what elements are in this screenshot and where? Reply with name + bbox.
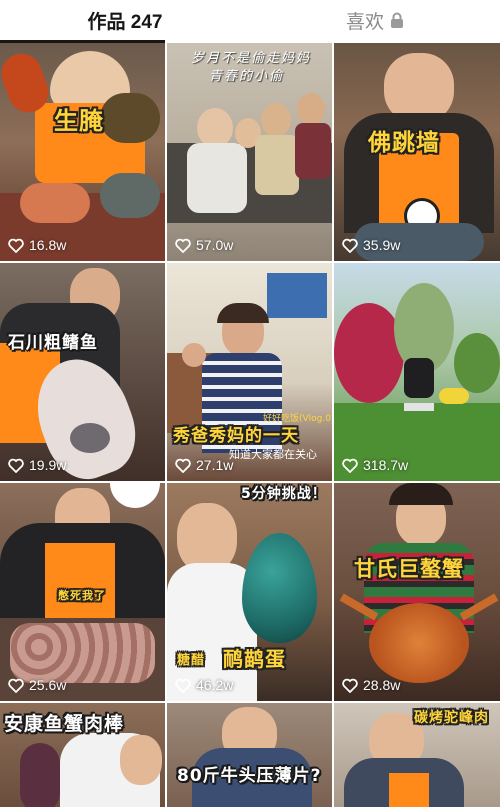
tab-works[interactable]: 作品 247 [0,0,250,40]
video-caption-line3: 鸸鹋蛋 [223,647,286,671]
video-caption: 甘氏巨螯蟹 [354,557,464,581]
tab-likes[interactable]: 喜欢 [250,0,500,40]
video-thumbnail[interactable]: 生腌 16.8w [0,43,165,261]
like-count-value: 27.1w [196,457,234,473]
video-caption: 佛跳墙 [368,130,440,156]
heart-icon [342,678,358,693]
video-caption: 憋死我了 [58,589,106,602]
like-count: 25.6w [8,677,66,693]
like-count-value: 318.7w [363,457,409,473]
video-thumbnail[interactable]: 佛跳墙 35.9w [334,43,500,261]
video-thumbnail[interactable]: 安康鱼蟹肉棒 [0,703,165,807]
video-thumbnail[interactable]: 甘氏巨螯蟹 28.8w [334,483,500,701]
like-count-value: 28.8w [363,677,401,693]
heart-icon [175,238,191,253]
video-caption-line2: 青春的小偷 [209,69,285,84]
video-caption: 安康鱼蟹肉棒 [4,713,125,735]
like-count: 28.8w [342,677,400,693]
video-thumbnail[interactable]: 5分钟挑战！ 糖醋 鸸鹋蛋 46.2w [167,483,332,701]
tab-likes-label: 喜欢 [345,11,384,33]
video-caption: 碳烤驼峰肉 [414,710,489,726]
video-thumbnail[interactable]: 憋死我了 25.6w [0,483,165,701]
heart-icon [8,458,24,473]
video-caption: 生腌 [54,107,104,135]
lock-icon [391,12,403,28]
like-count: 46.2w [175,677,233,693]
like-count: 318.7w [342,457,408,473]
like-count: 57.0w [175,237,233,253]
like-count-value: 57.0w [196,237,234,253]
heart-icon [175,678,191,693]
video-caption: 秀爸秀妈的一天 [173,426,299,446]
video-caption: 石川粗鳍鱼 [8,333,98,353]
video-thumbnail[interactable]: 石川粗鳍鱼 19.9w [0,263,165,481]
video-thumbnail[interactable]: 碳烤驼峰肉 [334,703,500,807]
video-thumbnail[interactable]: 岁月不是偷走妈妈 青春的小偷 57.0w [167,43,332,261]
like-count: 27.1w [175,457,233,473]
heart-icon [342,458,358,473]
video-thumbnail[interactable]: 80斤牛头压薄片? [167,703,332,807]
like-count: 19.9w [8,457,66,473]
video-caption-sub: 知道大家都在关心 [229,448,317,461]
profile-tabs: 作品 247 喜欢 [0,0,500,43]
tab-works-label: 作品 247 [87,11,163,33]
video-caption: 岁月不是偷走妈妈 [191,51,312,66]
heart-icon [175,458,191,473]
video-thumbnail[interactable]: 好好吃饭(Vlog.02) 秀爸秀妈的一天 知道大家都在关心 27.1w [167,263,332,481]
heart-icon [8,238,24,253]
like-count-value: 19.9w [29,457,67,473]
video-grid: 生腌 16.8w 岁月不是偷走妈妈 青春的小偷 57.0w 佛跳墙 35.9w … [0,43,500,807]
video-thumbnail[interactable]: 318.7w [334,263,500,481]
like-count-value: 16.8w [29,237,67,253]
like-count: 16.8w [8,237,66,253]
like-count-value: 25.6w [29,677,67,693]
heart-icon [8,678,24,693]
video-caption: 80斤牛头压薄片? [177,766,322,786]
like-count-value: 35.9w [363,237,401,253]
video-caption: 5分钟挑战！ [241,486,327,502]
heart-icon [342,238,358,253]
video-caption-line2: 糖醋 [177,653,206,668]
like-count-value: 46.2w [196,677,234,693]
like-count: 35.9w [342,237,400,253]
